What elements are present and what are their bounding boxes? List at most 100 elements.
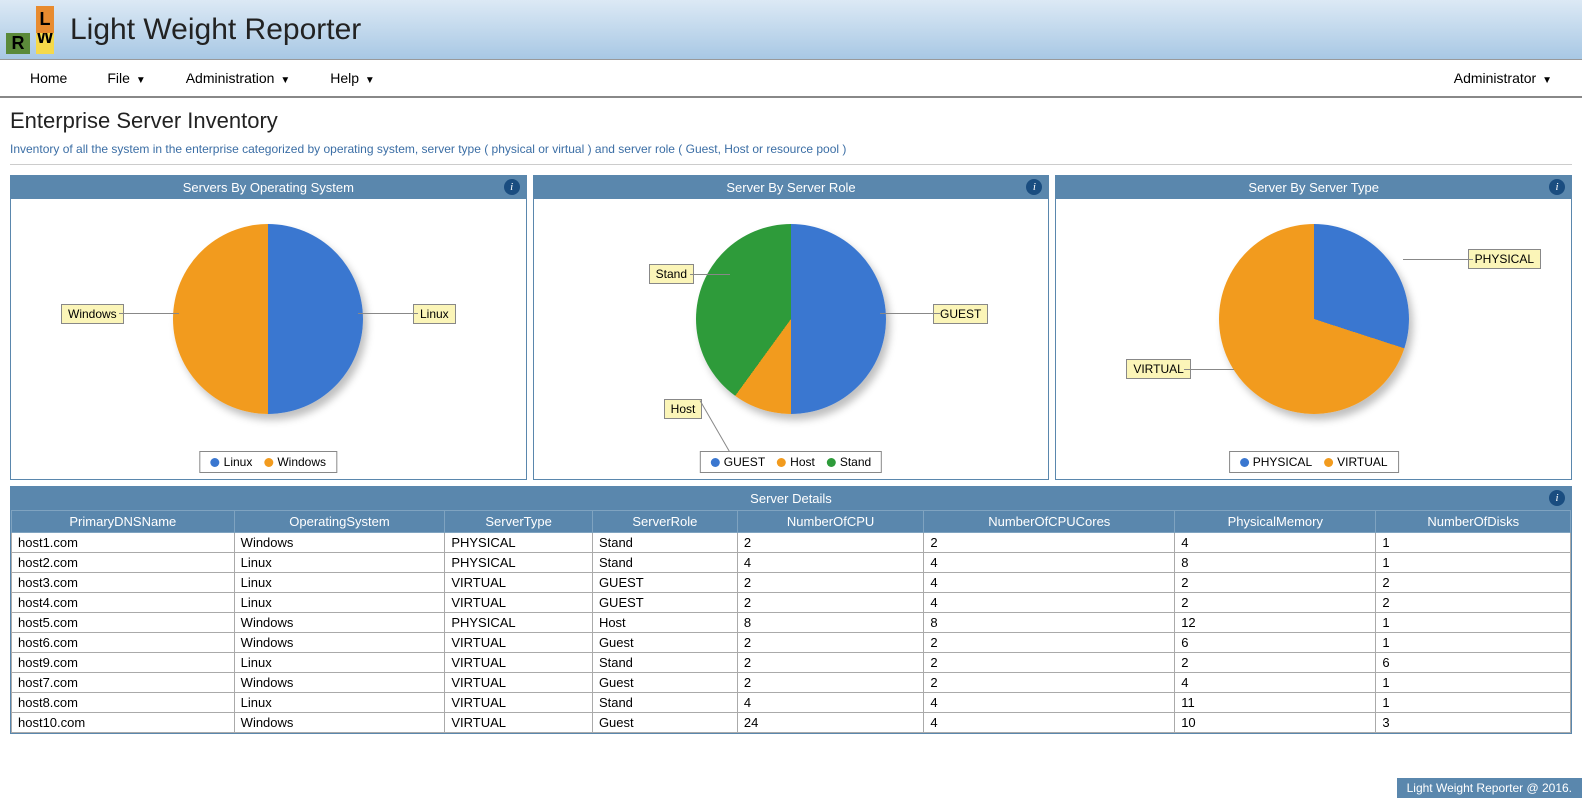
panel-header-role: Server By Server Role i [534,176,1049,199]
table-row[interactable]: host2.comLinuxPHYSICALStand4481 [12,553,1571,573]
table-cell: Linux [234,693,445,713]
info-icon[interactable]: i [1549,490,1565,506]
legend-swatch-icon [1240,458,1249,467]
table-cell: host7.com [12,673,235,693]
table-cell: 2 [737,573,923,593]
table-cell: 2 [924,533,1175,553]
legend-swatch-icon [264,458,273,467]
table-cell: 1 [1376,673,1571,693]
table-cell: 2 [1175,593,1376,613]
table-row[interactable]: host7.comWindowsVIRTUALGuest2241 [12,673,1571,693]
table-cell: host3.com [12,573,235,593]
table-row[interactable]: host3.comLinuxVIRTUALGUEST2422 [12,573,1571,593]
panel-header-type: Server By Server Type i [1056,176,1571,199]
column-header[interactable]: PrimaryDNSName [12,511,235,533]
table-cell: VIRTUAL [445,633,593,653]
table-row[interactable]: host9.comLinuxVIRTUALStand2226 [12,653,1571,673]
column-header[interactable]: PhysicalMemory [1175,511,1376,533]
menu-help[interactable]: Help ▼ [310,70,395,86]
pie-chart-role [696,224,886,414]
table-cell: 6 [1376,653,1571,673]
menu-administration[interactable]: Administration ▼ [166,70,311,86]
callout-linux: Linux [413,304,456,324]
table-row[interactable]: host5.comWindowsPHYSICALHost88121 [12,613,1571,633]
caret-down-icon: ▼ [280,75,290,86]
table-cell: 4 [737,553,923,573]
column-header[interactable]: NumberOfCPUCores [924,511,1175,533]
table-cell: 6 [1175,633,1376,653]
header-bar: L R W Light Weight Reporter [0,0,1582,60]
column-header[interactable]: OperatingSystem [234,511,445,533]
table-cell: Stand [592,653,737,673]
menu-admin-label: Administration [186,70,275,86]
table-cell: 8 [737,613,923,633]
menu-help-label: Help [330,70,359,86]
table-cell: Guest [592,673,737,693]
table-row[interactable]: host4.comLinuxVIRTUALGUEST2422 [12,593,1571,613]
column-header[interactable]: NumberOfCPU [737,511,923,533]
pie-chart-os [173,224,363,414]
table-row[interactable]: host1.comWindowsPHYSICALStand2241 [12,533,1571,553]
callout-virtual: VIRTUAL [1126,359,1190,379]
table-cell: 1 [1376,553,1571,573]
table-cell: host9.com [12,653,235,673]
app-logo: L R W [0,0,60,60]
panel-servers-by-role: Server By Server Role i GUEST Host Stand… [533,175,1050,480]
legend-swatch-icon [1324,458,1333,467]
legend-item: GUEST [711,455,765,469]
logo-letter-L: L [36,6,54,33]
info-icon[interactable]: i [1549,179,1565,195]
table-cell: Stand [592,553,737,573]
table-row[interactable]: host8.comLinuxVIRTUALStand44111 [12,693,1571,713]
table-cell: 2 [737,593,923,613]
table-cell: 8 [924,613,1175,633]
menu-user[interactable]: Administrator ▼ [1434,70,1572,86]
table-cell: VIRTUAL [445,713,593,733]
table-cell: Windows [234,633,445,653]
table-row[interactable]: host6.comWindowsVIRTUALGuest2261 [12,633,1571,653]
info-icon[interactable]: i [1026,179,1042,195]
panel-title-type: Server By Server Type [1248,180,1379,195]
caret-down-icon: ▼ [136,75,146,86]
menu-file[interactable]: File ▼ [87,70,165,86]
table-cell: 1 [1376,693,1571,713]
legend-role: GUEST Host Stand [700,451,882,473]
legend-item: Host [777,455,815,469]
table-cell: 2 [1376,573,1571,593]
legend-item: Linux [211,455,253,469]
panel-title-os: Servers By Operating System [183,180,354,195]
table-cell: 4 [924,553,1175,573]
column-header[interactable]: NumberOfDisks [1376,511,1571,533]
table-cell: Windows [234,613,445,633]
panel-header-os: Servers By Operating System i [11,176,526,199]
table-cell: 2 [924,653,1175,673]
legend-swatch-icon [211,458,220,467]
table-cell: 12 [1175,613,1376,633]
legend-swatch-icon [777,458,786,467]
table-cell: Linux [234,653,445,673]
callout-host: Host [664,399,703,419]
table-cell: 10 [1175,713,1376,733]
callout-windows: Windows [61,304,124,324]
legend-item: VIRTUAL [1324,455,1387,469]
table-cell: 2 [1175,573,1376,593]
table-cell: Windows [234,533,445,553]
info-icon[interactable]: i [504,179,520,195]
table-cell: 3 [1376,713,1571,733]
table-cell: 1 [1376,633,1571,653]
callout-physical: PHYSICAL [1468,249,1541,269]
table-row[interactable]: host10.comWindowsVIRTUALGuest244103 [12,713,1571,733]
table-cell: 2 [1376,593,1571,613]
table-cell: 8 [1175,553,1376,573]
menu-home[interactable]: Home [10,70,87,86]
table-cell: PHYSICAL [445,533,593,553]
column-header[interactable]: ServerRole [592,511,737,533]
legend-swatch-icon [827,458,836,467]
column-header[interactable]: ServerType [445,511,593,533]
logo-letter-R: R [6,33,30,54]
app-title: Light Weight Reporter [70,13,361,47]
table-cell: 2 [924,673,1175,693]
table-cell: 4 [924,593,1175,613]
table-cell: Windows [234,673,445,693]
table-cell: VIRTUAL [445,673,593,693]
